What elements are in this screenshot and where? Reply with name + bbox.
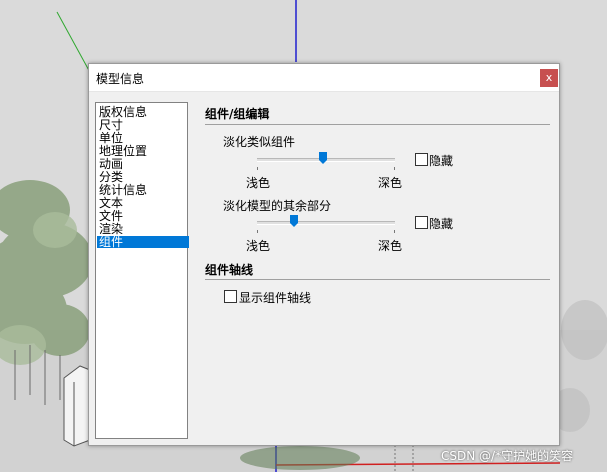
- fade-similar-hide-checkbox[interactable]: [415, 153, 428, 166]
- category-item-classifications[interactable]: 分类: [97, 171, 189, 183]
- close-icon: x: [545, 71, 553, 84]
- fade-rest-slider[interactable]: [257, 215, 397, 233]
- show-axes-checkbox[interactable]: [224, 290, 237, 303]
- section-divider: [205, 124, 550, 125]
- category-item-dimensions[interactable]: 尺寸: [97, 119, 189, 131]
- slider-thumb-icon[interactable]: [290, 215, 298, 227]
- fade-similar-max-label: 深色: [378, 176, 403, 190]
- show-axes-label: 显示组件轴线: [239, 291, 312, 305]
- category-item-geo-location[interactable]: 地理位置: [97, 145, 189, 157]
- fade-rest-label: 淡化模型的其余部分: [223, 199, 332, 213]
- category-item-statistics[interactable]: 统计信息: [97, 184, 189, 196]
- slider-track: [257, 221, 395, 225]
- slider-tick: [394, 230, 395, 233]
- fade-rest-max-label: 深色: [378, 239, 403, 253]
- category-item-text[interactable]: 文本: [97, 197, 189, 209]
- slider-tick: [257, 230, 258, 233]
- fade-similar-min-label: 浅色: [246, 176, 271, 190]
- section-title-component-edit: 组件/组编辑: [205, 107, 270, 121]
- section-divider: [205, 279, 550, 280]
- slider-tick: [257, 167, 258, 170]
- category-item-rendering[interactable]: 渲染: [97, 223, 189, 235]
- fade-similar-label: 淡化类似组件: [223, 135, 296, 149]
- fade-rest-min-label: 浅色: [246, 239, 271, 253]
- fade-rest-hide-checkbox[interactable]: [415, 216, 428, 229]
- dialog-titlebar[interactable]: 模型信息 x: [89, 64, 559, 92]
- fade-rest-hide-label: 隐藏: [429, 217, 454, 231]
- close-button[interactable]: x: [540, 69, 558, 87]
- category-item-components[interactable]: 组件: [97, 236, 189, 248]
- category-item-animation[interactable]: 动画: [97, 158, 189, 170]
- slider-thumb-icon[interactable]: [319, 152, 327, 164]
- category-list[interactable]: 版权信息 尺寸 单位 地理位置 动画 分类 统计信息 文本 文件 渲染 组件: [95, 102, 189, 439]
- category-item-file[interactable]: 文件: [97, 210, 189, 222]
- slider-tick: [394, 167, 395, 170]
- category-item-units[interactable]: 单位: [97, 132, 189, 144]
- model-info-dialog: 模型信息 x 版权信息 尺寸 单位 地理位置 动画 分类 统计信息 文本 文件 …: [88, 63, 560, 446]
- watermark-text: CSDN @/*守护她的笑容: [441, 449, 574, 463]
- fade-similar-slider[interactable]: [257, 152, 397, 170]
- section-title-component-axes: 组件轴线: [205, 263, 254, 277]
- components-panel: 组件/组编辑 淡化类似组件 隐藏 浅色 深色 淡化模型的其余部分 隐藏 浅色 深…: [189, 92, 559, 444]
- category-item-copyright[interactable]: 版权信息: [97, 106, 189, 118]
- dialog-title: 模型信息: [96, 72, 145, 86]
- fade-similar-hide-label: 隐藏: [429, 154, 454, 168]
